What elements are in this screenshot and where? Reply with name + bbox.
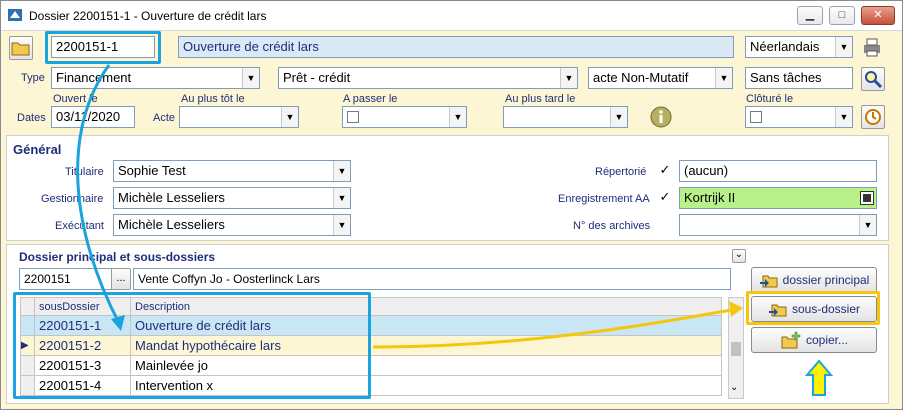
dossier-principal-button[interactable]: dossier principal <box>751 267 877 293</box>
general-title: Général <box>13 142 62 157</box>
latest-label: Au plus tard le <box>505 93 576 105</box>
scrollbar-thumb[interactable] <box>731 342 741 356</box>
chevron-down-icon: ▼ <box>715 68 732 88</box>
dossier-principal-label: dossier principal <box>782 273 870 287</box>
highlight-sous-dossier-button <box>746 291 880 325</box>
earliest-label: Au plus tôt le <box>181 93 245 105</box>
closed-label: Clôturé le <box>746 93 794 105</box>
clock-button[interactable] <box>861 105 885 129</box>
window-title: Dossier 2200151-1 - Ouverture de crédit … <box>29 9 267 23</box>
opened-date-field[interactable]: 03/11/2020 <box>51 106 135 128</box>
title-bar: Dossier 2200151-1 - Ouverture de crédit … <box>1 1 902 31</box>
clock-icon <box>865 109 881 125</box>
search-icon <box>865 71 883 89</box>
executant-select[interactable]: Michèle Lesseliers ▼ <box>113 214 351 236</box>
chevron-down-icon: ▼ <box>610 107 627 127</box>
language-value: Néerlandais <box>750 39 820 54</box>
dates-label: Dates <box>17 112 46 124</box>
folder-icon <box>11 42 30 56</box>
subtype-select[interactable]: Prêt - crédit ▼ <box>278 67 578 89</box>
print-button[interactable] <box>861 36 885 60</box>
chevron-down-icon: ▼ <box>333 215 350 235</box>
enregistrement-value: Kortrijk II <box>684 190 736 205</box>
type-select[interactable]: Financement ▼ <box>51 67 260 89</box>
minimize-button[interactable]: ▁ <box>797 6 823 25</box>
subdossiers-title: Dossier principal et sous-dossiers <box>19 250 216 264</box>
chevron-down-icon: ▼ <box>560 68 577 88</box>
closed-date-select[interactable]: ▼ <box>745 106 853 128</box>
chevron-down-icon: ▼ <box>242 68 259 88</box>
info-button[interactable] <box>649 105 673 129</box>
main-dossier-number[interactable]: 2200151 <box>19 268 113 290</box>
act-kind-value: acte Non-Mutatif <box>593 70 689 85</box>
repertorie-checkbox[interactable]: ✓ <box>659 163 671 177</box>
chevron-down-icon: ▼ <box>449 107 466 127</box>
gestionnaire-label: Gestionnaire <box>41 193 104 205</box>
enregistrement-label: Enregistrement AA <box>558 193 650 205</box>
titulaire-select[interactable]: Sophie Test ▼ <box>113 160 351 182</box>
copier-label: copier... <box>805 333 849 347</box>
archives-label: N° des archives <box>573 220 651 232</box>
executant-label: Exécutant <box>55 220 104 232</box>
titulaire-value: Sophie Test <box>118 163 186 178</box>
copier-button[interactable]: copier... <box>751 327 877 353</box>
to-pass-checkbox[interactable] <box>347 111 359 123</box>
titulaire-label: Titulaire <box>65 166 104 178</box>
opened-label: Ouvert le <box>53 93 98 105</box>
earliest-date-select[interactable]: ▼ <box>179 106 299 128</box>
gestionnaire-value: Michèle Lesseliers <box>118 190 225 205</box>
chevron-down-icon: ▼ <box>859 215 876 235</box>
subtype-value: Prêt - crédit <box>283 70 351 85</box>
to-pass-date-select[interactable]: ▼ <box>342 106 467 128</box>
open-folder-button[interactable] <box>9 36 33 60</box>
chevron-down-icon: ▼ <box>281 107 298 127</box>
enregistrement-field[interactable]: Kortrijk II <box>679 187 877 209</box>
chevron-down-icon: ▼ <box>333 188 350 208</box>
info-icon <box>650 106 672 128</box>
latest-date-select[interactable]: ▼ <box>503 106 628 128</box>
maximize-button[interactable]: □ <box>829 6 855 25</box>
folder-add-icon <box>781 331 801 349</box>
highlight-subdossier-table <box>13 292 371 399</box>
general-panel: Général Titulaire Sophie Test ▼ Gestionn… <box>6 135 889 241</box>
printer-icon <box>864 38 880 57</box>
enregistrement-checkbox[interactable]: ✓ <box>659 190 671 204</box>
gestionnaire-select[interactable]: Michèle Lesseliers ▼ <box>113 187 351 209</box>
language-select[interactable]: Néerlandais ▼ <box>745 36 853 58</box>
close-button[interactable]: ✕ <box>861 6 895 25</box>
executant-value: Michèle Lesseliers <box>118 217 225 232</box>
to-pass-label: A passer le <box>343 93 398 105</box>
chevron-down-icon: ▼ <box>333 161 350 181</box>
main-dossier-description[interactable]: Vente Coffyn Jo - Oosterlinck Lars <box>133 268 731 290</box>
lookup-icon[interactable] <box>860 191 874 205</box>
main-dossier-browse-button[interactable]: ... <box>111 268 131 290</box>
dossier-window: Dossier 2200151-1 - Ouverture de crédit … <box>0 0 903 410</box>
highlight-dossier-number <box>45 31 161 64</box>
scroll-down-icon[interactable]: ⌄ <box>730 382 738 393</box>
type-value: Financement <box>56 70 132 85</box>
app-icon <box>8 9 22 21</box>
type-label: Type <box>21 72 45 84</box>
folder-arrow-icon <box>759 275 778 288</box>
dossier-title-field[interactable]: Ouverture de crédit lars <box>178 36 734 58</box>
table-scrollbar[interactable]: ⌄ <box>728 297 744 399</box>
archives-select[interactable]: ▼ <box>679 214 877 236</box>
chevron-down-icon: ▼ <box>835 37 852 57</box>
repertorie-field[interactable]: (aucun) <box>679 160 877 182</box>
search-button[interactable] <box>861 67 885 91</box>
act-kind-select[interactable]: acte Non-Mutatif ▼ <box>588 67 733 89</box>
acte-label: Acte <box>153 112 176 124</box>
chevron-down-icon: ▼ <box>835 107 852 127</box>
tasks-field[interactable]: Sans tâches <box>745 67 853 89</box>
closed-checkbox[interactable] <box>750 111 762 123</box>
repertorie-label: Répertorié <box>595 166 647 178</box>
collapse-button[interactable]: ⌄ <box>732 249 746 263</box>
